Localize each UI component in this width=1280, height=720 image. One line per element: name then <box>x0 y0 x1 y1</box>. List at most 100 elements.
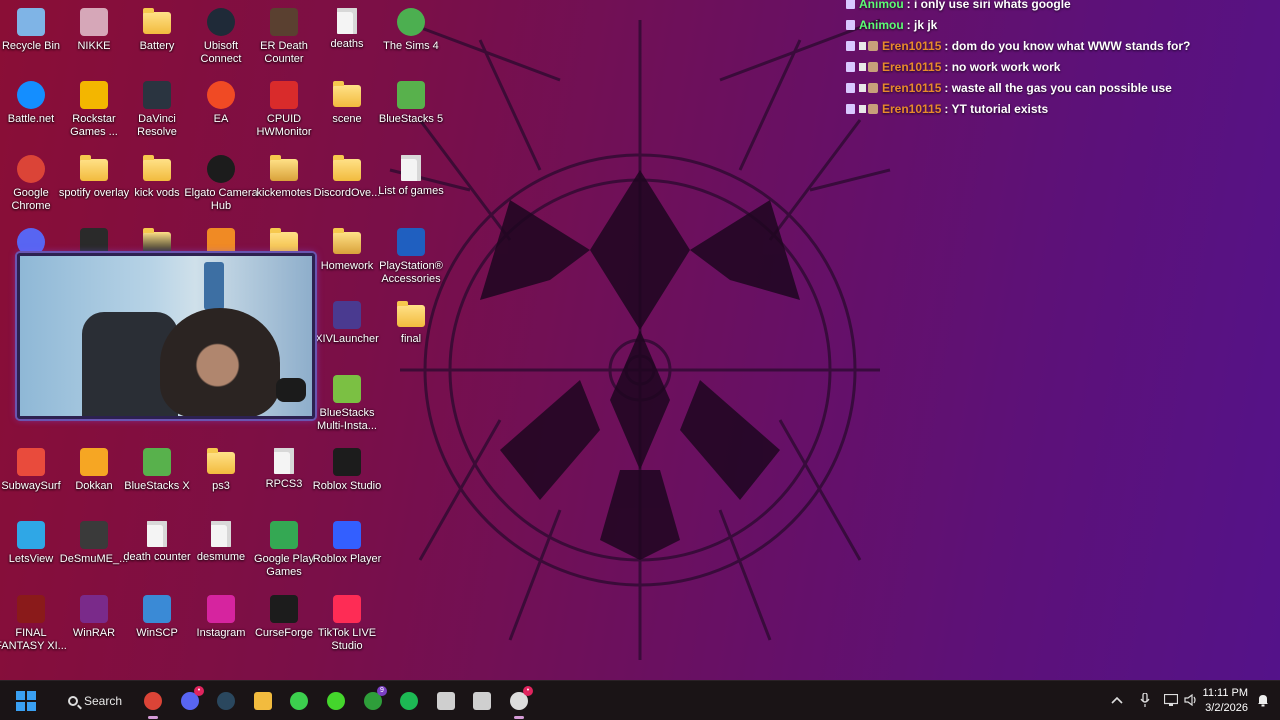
taskbar-search-label: Search <box>84 694 123 708</box>
final-fantasy-icon <box>17 595 45 623</box>
desktop-icon[interactable]: PlayStation® Accessories <box>379 223 443 295</box>
er-death-counter-icon <box>270 8 298 36</box>
desktop-icon[interactable]: DeSmuME_... <box>60 516 128 588</box>
chat-text: : no work work work <box>944 59 1061 74</box>
dokkan-icon <box>80 448 108 476</box>
xbox-app-taskbar-button[interactable] <box>283 686 315 716</box>
desktop-icon[interactable]: NIKKE <box>62 3 126 75</box>
desktop-icon[interactable]: ps3 <box>189 443 253 515</box>
desktop-icon[interactable]: Google Chrome <box>0 150 63 222</box>
desktop-icon-label: The Sims 4 <box>383 40 439 52</box>
desktop-icon[interactable]: CPUID HWMonitor <box>252 76 316 148</box>
curseforge-icon <box>270 595 298 623</box>
desktop-icon[interactable]: final <box>379 296 443 368</box>
network-icon[interactable] <box>1164 693 1178 707</box>
xbox-taskbar-button[interactable]: 9 <box>357 686 389 716</box>
desktop-icon[interactable]: Recycle Bin <box>0 3 63 75</box>
elgato-taskbar-button[interactable] <box>430 686 462 716</box>
desktop-icon[interactable]: The Sims 4 <box>379 3 443 75</box>
desktop-icon[interactable]: Elgato Camera Hub <box>184 150 258 222</box>
notification-bell-icon[interactable] <box>1256 693 1270 707</box>
file-explorer-taskbar-button[interactable] <box>247 686 279 716</box>
desktop-icon[interactable]: BlueStacks Multi-Insta... <box>315 370 379 442</box>
desktop-icon[interactable]: Battle.net <box>0 76 63 148</box>
desktop-icon[interactable]: XIVLauncher <box>315 296 379 368</box>
webcam-overlay <box>17 253 315 419</box>
desktop-icon[interactable]: SubwaySurf <box>0 443 63 515</box>
desktop-icon[interactable]: ER Death Counter <box>252 3 316 75</box>
nikke-icon <box>80 8 108 36</box>
desktop-icon-label: Roblox Player <box>312 553 382 565</box>
spotify-taskbar-icon <box>400 692 418 710</box>
app-icon <box>207 228 235 256</box>
desktop-icon[interactable]: Instagram <box>189 590 253 662</box>
desktop-icon[interactable]: kick vods <box>125 150 189 222</box>
desktop-icon[interactable]: Dokkan <box>62 443 126 515</box>
file-explorer-taskbar-icon <box>254 692 272 710</box>
desktop-icon[interactable]: Roblox Player <box>313 516 381 588</box>
desktop-icon[interactable]: WinSCP <box>125 590 189 662</box>
desmume-icon <box>80 521 108 549</box>
taskbar-search-button[interactable]: Search <box>56 686 128 716</box>
desktop-icon[interactable]: kickemotes <box>252 150 316 222</box>
desktop-icon[interactable]: RPCS3 <box>252 443 316 515</box>
letsview-icon <box>17 521 45 549</box>
chat-message: Animou: i only use siri whats google <box>846 0 1266 14</box>
desktop-icon[interactable]: desmume <box>189 516 253 588</box>
desktop-icon[interactable]: Rockstar Games ... <box>62 76 126 148</box>
hwmonitor-icon <box>270 81 298 109</box>
desktop-icon[interactable]: Roblox Studio <box>313 443 381 515</box>
chat-username: Eren10115 <box>882 80 942 95</box>
folder-icon <box>270 228 298 254</box>
instagram-icon <box>207 595 235 623</box>
subscriber-badge-icon <box>859 83 866 92</box>
chat-username: Animou <box>859 0 904 11</box>
chrome-taskbar-button[interactable] <box>137 686 169 719</box>
chat-username: Eren10115 <box>882 101 942 116</box>
steam-taskbar-button[interactable] <box>210 686 242 716</box>
chat-badge-icon <box>846 19 855 30</box>
desktop-icon[interactable]: deaths <box>315 3 379 75</box>
desktop-icon[interactable]: DiscordOve... <box>314 150 380 222</box>
desktop-icon[interactable]: BlueStacks 5 <box>379 76 443 148</box>
ubisoft-icon <box>207 8 235 36</box>
obs-taskbar-button[interactable]: • <box>503 686 535 719</box>
desktop-icon[interactable]: Battery <box>125 3 189 75</box>
desktop-icon[interactable]: LetsView <box>0 516 63 588</box>
keyboard-taskbar-button[interactable] <box>466 686 498 716</box>
desktop-icon[interactable]: CurseForge <box>252 590 316 662</box>
chat-username: Eren10115 <box>882 38 942 53</box>
desktop-icon[interactable]: List of games <box>378 150 444 222</box>
desktop-icon[interactable]: BlueStacks X <box>124 443 190 515</box>
desktop-icon[interactable]: scene <box>315 76 379 148</box>
chat-badge-icon <box>846 82 855 93</box>
emote-badge-icon <box>868 61 878 72</box>
subscriber-badge-icon <box>859 104 866 113</box>
desktop-icon[interactable]: EA <box>189 76 253 148</box>
epic-games-icon <box>80 228 108 256</box>
desktop-icon[interactable]: Google Play Games <box>252 516 316 588</box>
desktop-icon-label: final <box>400 333 422 345</box>
windows-logo-icon <box>16 691 36 711</box>
razer-taskbar-button[interactable] <box>320 686 352 716</box>
desktop-icon[interactable]: death counter <box>123 516 191 588</box>
discord-taskbar-button[interactable]: • <box>174 686 206 716</box>
sims-icon <box>397 8 425 36</box>
microphone-icon[interactable] <box>1138 693 1152 707</box>
spotify-taskbar-button[interactable] <box>393 686 425 716</box>
desktop-icon[interactable]: DaVinci Resolve <box>125 76 189 148</box>
desktop-icon[interactable]: FINAL FANTASY XI... <box>0 590 67 662</box>
start-button[interactable] <box>10 686 42 716</box>
desktop-icon[interactable]: TikTok LIVE Studio <box>315 590 379 662</box>
folder-icon <box>143 155 171 181</box>
show-hidden-icons-chevron-icon[interactable] <box>1110 693 1124 707</box>
folder-icon <box>333 81 361 107</box>
desktop-icon[interactable]: Ubisoft Connect <box>189 3 253 75</box>
battlenet-icon <box>17 81 45 109</box>
desktop-icon[interactable]: Homework <box>315 223 379 295</box>
desktop-icon[interactable]: spotify overlay <box>59 150 129 222</box>
desktop-icon[interactable]: WinRAR <box>62 590 126 662</box>
chat-badge-icon <box>846 61 855 72</box>
taskbar-clock[interactable]: 11:11 PM 3/2/2026 <box>1196 686 1248 716</box>
folder-icon <box>397 301 425 327</box>
